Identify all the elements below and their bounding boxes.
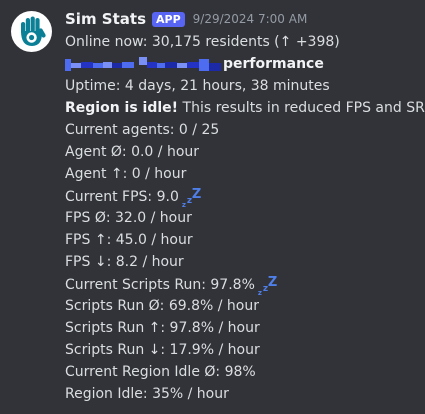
hand-eye-icon	[21, 16, 46, 46]
redacted-region-name	[65, 53, 223, 75]
scripts-run-min-line: Scripts Run ↓: 17.9% / hour	[65, 342, 260, 358]
agent-max-line: Agent ↑: 0 / hour	[65, 166, 187, 182]
region-title-line: performance	[65, 53, 421, 75]
current-fps-text: Current FPS: 9.0	[65, 189, 179, 205]
current-agents-line: Current agents: 0 / 25	[65, 122, 220, 138]
zzz-icon: zzZ	[257, 275, 278, 297]
scripts-run-max-line: Scripts Run ↑: 97.8% / hour	[65, 320, 260, 336]
online-count-line: Online now: 30,175 residents (↑ +398)	[65, 34, 340, 50]
current-fps-line: Current FPS: 9.0 z z Z	[65, 185, 421, 209]
idle-warning-text: This results in reduced FPS and SR%!	[178, 100, 425, 116]
current-region-idle-line: Current Region Idle Ø: 98%	[65, 364, 256, 380]
idle-warning-line: Region is idle! This results in reduced …	[65, 97, 425, 119]
current-scripts-run-text: Current Scripts Run: 97.8%	[65, 277, 255, 293]
message-content: Online now: 30,175 residents (↑ +398) pe…	[65, 31, 425, 405]
agent-avg-line: Agent Ø: 0.0 / hour	[65, 144, 200, 160]
zzz-icon: zzZ	[181, 187, 202, 209]
message-header: Sim Stats APP 9/29/2024 7:00 AM	[65, 8, 307, 30]
uptime-line: Uptime: 4 days, 21 hours, 38 minutes	[65, 78, 330, 94]
fps-max-line: FPS ↑: 45.0 / hour	[65, 232, 193, 248]
fps-avg-line: FPS Ø: 32.0 / hour	[65, 210, 192, 226]
current-scripts-run-line: Current Scripts Run: 97.8% z z Z	[65, 273, 421, 297]
fps-min-line: FPS ↓: 8.2 / hour	[65, 254, 184, 270]
region-title-suffix: performance	[223, 56, 324, 72]
idle-warning-bold: Region is idle!	[65, 100, 179, 116]
timestamp: 9/29/2024 7:00 AM	[192, 12, 308, 26]
app-badge: APP	[152, 11, 185, 27]
scripts-run-avg-line: Scripts Run Ø: 69.8% / hour	[65, 298, 259, 314]
chat-message: Sim Stats APP 9/29/2024 7:00 AM Online n…	[0, 0, 425, 414]
region-idle-line: Region Idle: 35% / hour	[65, 386, 229, 402]
username[interactable]: Sim Stats	[65, 10, 146, 28]
avatar[interactable]	[11, 11, 52, 52]
